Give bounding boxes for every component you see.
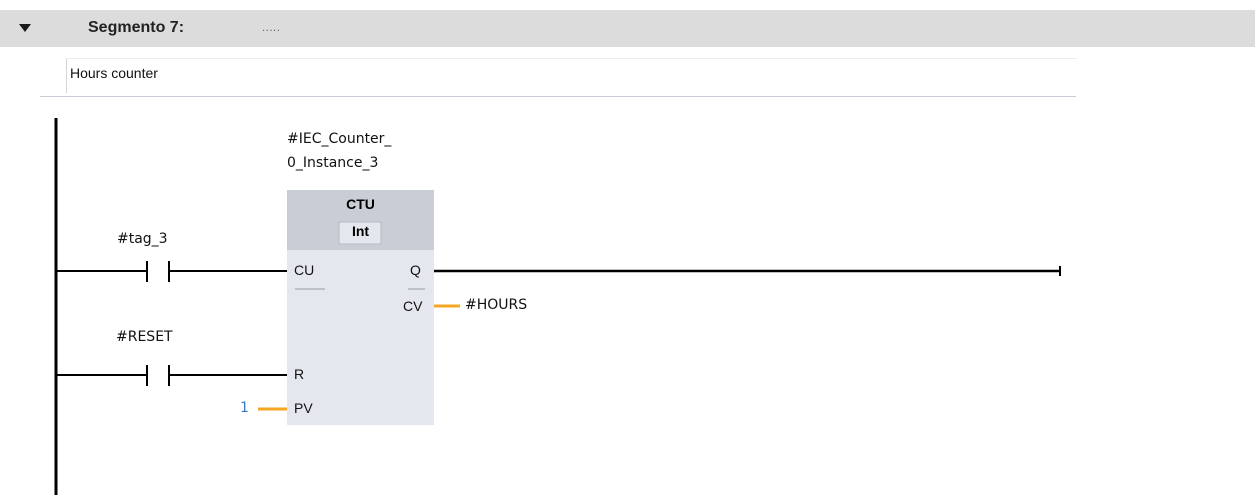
pin-q: Q — [410, 262, 421, 278]
instance-name-line2[interactable]: 0_Instance_3 — [287, 155, 378, 171]
block-data-type[interactable]: Int — [287, 223, 434, 239]
block-type: CTU — [287, 196, 434, 212]
pin-r: R — [294, 366, 304, 382]
pin-cv: CV — [403, 298, 422, 314]
pin-pv: PV — [294, 400, 313, 416]
ladder-diagram — [0, 0, 1255, 495]
contact-tag-reset[interactable]: #RESET — [116, 329, 173, 345]
instance-name-line1[interactable]: #IEC_Counter_ — [287, 131, 391, 147]
contact-tag-3[interactable]: #tag_3 — [117, 231, 168, 247]
pin-cu: CU — [294, 262, 314, 278]
pv-constant[interactable]: 1 — [240, 400, 249, 416]
cv-output-tag[interactable]: #HOURS — [465, 297, 527, 313]
